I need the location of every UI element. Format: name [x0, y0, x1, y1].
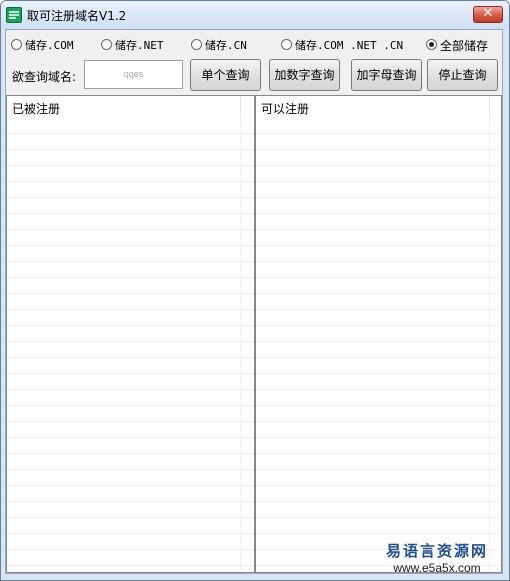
registered-list-header[interactable]: 已被注册: [7, 96, 254, 119]
radio-label: 储存.COM .NET .CN: [295, 39, 404, 52]
close-button[interactable]: ✕: [473, 6, 503, 23]
radio-label: 全部储存: [440, 39, 489, 53]
column-gridline: [489, 118, 490, 572]
available-column-header: 可以注册: [261, 102, 310, 116]
radio-indicator[interactable]: [101, 39, 112, 50]
column-gridline: [240, 118, 241, 572]
watermark-url: www.e5a5x.com: [393, 561, 481, 573]
radio-label: 储存.CN: [205, 39, 247, 52]
window-title: 取可注册域名V1.2: [27, 9, 127, 23]
column-divider[interactable]: [489, 96, 490, 118]
site-watermark: 易语言资源网 www.e5a5x.com: [377, 540, 497, 572]
registered-rows: [7, 118, 254, 572]
available-list-header[interactable]: 可以注册: [256, 96, 501, 119]
domain-input[interactable]: qqes: [84, 60, 183, 89]
add-letters-query-button[interactable]: 加字母查询: [351, 59, 422, 91]
watermark-brand: 易语言资源网: [385, 542, 488, 560]
radio-indicator[interactable]: [11, 39, 22, 50]
close-icon: ✕: [482, 6, 494, 21]
radio-indicator-checked[interactable]: [426, 39, 437, 50]
main-panel: 储存.COM 储存.NET 储存.CN 储存.COM .NET .CN 全部储存…: [5, 29, 503, 574]
app-icon: [6, 7, 22, 23]
available-domains-list[interactable]: 可以注册 易语言资源网 www.e5a5x.com: [255, 95, 502, 573]
stop-query-button[interactable]: 停止查询: [427, 59, 498, 91]
radio-label: 储存.COM: [25, 39, 74, 52]
app-window: 取可注册域名V1.2 ✕ 储存.COM 储存.NET 储存.CN 储存.COM …: [0, 0, 510, 581]
query-domain-label: 欲查询域名:: [12, 70, 77, 84]
registered-column-header: 已被注册: [12, 102, 61, 116]
radio-indicator[interactable]: [191, 39, 202, 50]
single-query-button[interactable]: 单个查询: [190, 59, 261, 91]
registered-domains-list[interactable]: 已被注册: [6, 95, 255, 573]
radio-label: 储存.NET: [115, 39, 164, 52]
column-divider[interactable]: [240, 96, 241, 118]
available-rows: [256, 118, 501, 572]
title-bar[interactable]: 取可注册域名V1.2 ✕: [1, 1, 509, 29]
radio-indicator[interactable]: [281, 39, 292, 50]
add-digits-query-button[interactable]: 加数字查询: [269, 59, 340, 91]
